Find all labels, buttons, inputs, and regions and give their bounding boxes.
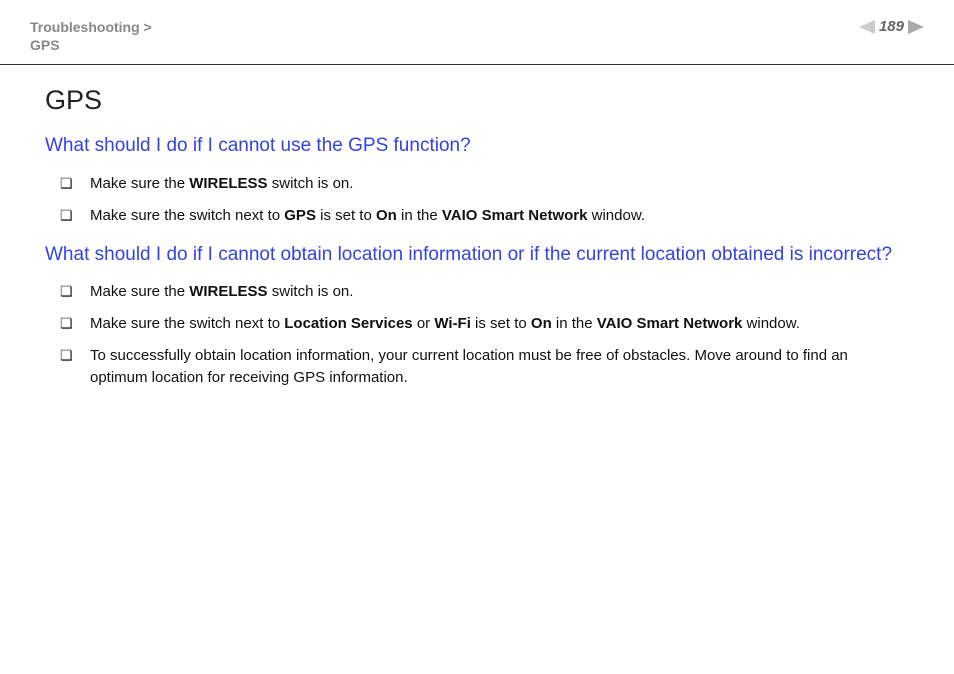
breadcrumb-current[interactable]: GPS bbox=[30, 36, 152, 54]
next-page-icon[interactable] bbox=[908, 20, 924, 34]
page-header: Troubleshooting > GPS 189 bbox=[0, 0, 954, 65]
bold-text: VAIO Smart Network bbox=[597, 315, 743, 332]
text-segment: or bbox=[413, 315, 435, 332]
list-item: Make sure the WIRELESS switch is on. bbox=[60, 173, 909, 195]
list-item: To successfully obtain location informat… bbox=[60, 345, 909, 389]
section-heading-2: What should I do if I cannot obtain loca… bbox=[45, 243, 909, 268]
text-segment: Make sure the switch next to bbox=[90, 315, 284, 332]
section-heading-1: What should I do if I cannot use the GPS… bbox=[45, 134, 909, 159]
bold-text: Location Services bbox=[284, 315, 412, 332]
bullet-list-1: Make sure the WIRELESS switch is on. Mak… bbox=[45, 173, 909, 227]
text-segment: switch is on. bbox=[268, 175, 354, 192]
page-number: 189 bbox=[879, 18, 904, 35]
bold-text: Wi-Fi bbox=[434, 315, 471, 332]
text-segment: Make sure the bbox=[90, 283, 189, 300]
text-segment: in the bbox=[397, 207, 442, 224]
text-segment: in the bbox=[552, 315, 597, 332]
bold-text: On bbox=[531, 315, 552, 332]
bold-text: GPS bbox=[284, 207, 316, 224]
text-segment: To successfully obtain location informat… bbox=[90, 347, 848, 386]
text-segment: Make sure the bbox=[90, 175, 189, 192]
bold-text: WIRELESS bbox=[189, 175, 267, 192]
text-segment: Make sure the switch next to bbox=[90, 207, 284, 224]
text-segment: window. bbox=[587, 207, 645, 224]
bold-text: VAIO Smart Network bbox=[442, 207, 588, 224]
text-segment: is set to bbox=[471, 315, 531, 332]
prev-page-icon[interactable] bbox=[859, 20, 875, 34]
page-navigation: 189 bbox=[859, 18, 924, 35]
page-content: GPS What should I do if I cannot use the… bbox=[0, 65, 954, 424]
breadcrumb: Troubleshooting > GPS bbox=[30, 18, 152, 54]
list-item: Make sure the WIRELESS switch is on. bbox=[60, 281, 909, 303]
bullet-list-2: Make sure the WIRELESS switch is on. Mak… bbox=[45, 281, 909, 388]
text-segment: switch is on. bbox=[268, 283, 354, 300]
list-item: Make sure the switch next to Location Se… bbox=[60, 313, 909, 335]
breadcrumb-parent[interactable]: Troubleshooting > bbox=[30, 18, 152, 36]
list-item: Make sure the switch next to GPS is set … bbox=[60, 205, 909, 227]
bold-text: WIRELESS bbox=[189, 283, 267, 300]
text-segment: window. bbox=[742, 315, 800, 332]
bold-text: On bbox=[376, 207, 397, 224]
page-title: GPS bbox=[45, 85, 909, 116]
text-segment: is set to bbox=[316, 207, 376, 224]
